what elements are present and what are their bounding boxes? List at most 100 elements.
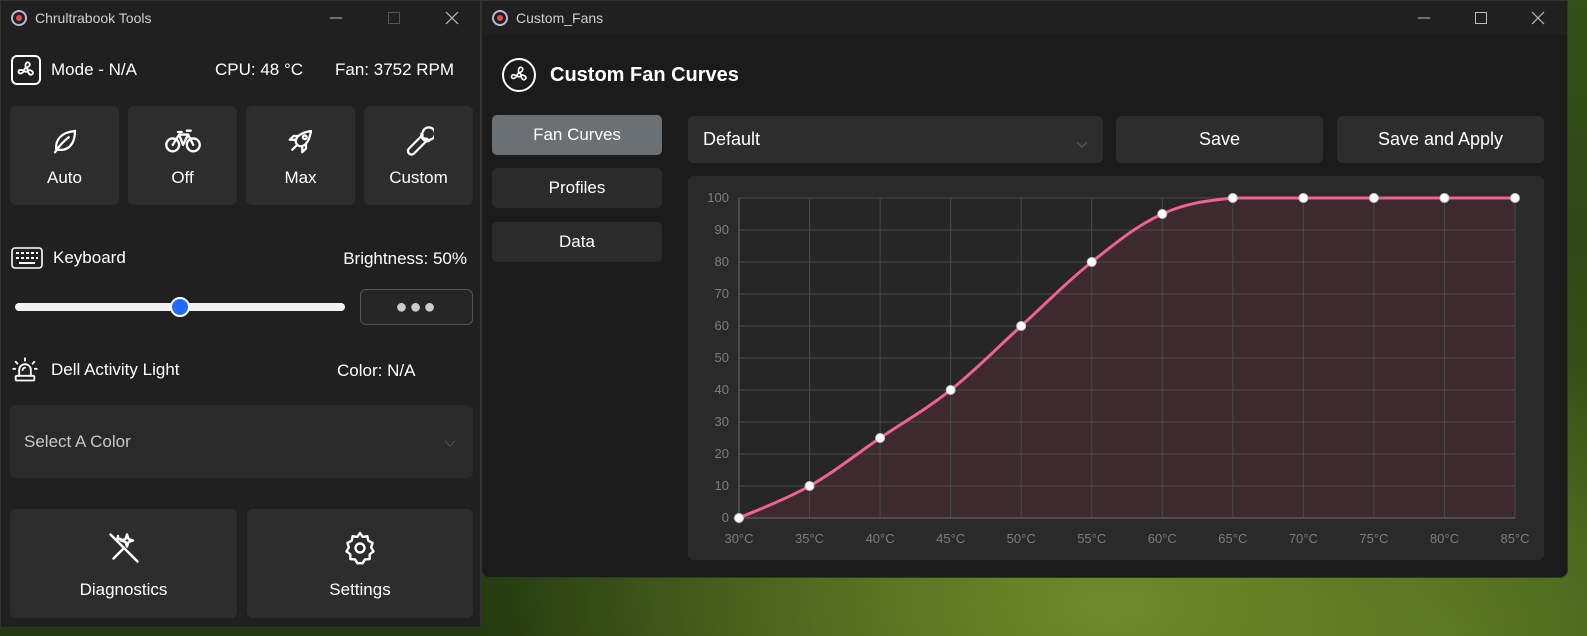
- minimize-button[interactable]: [313, 1, 359, 35]
- save-and-apply-button[interactable]: Save and Apply: [1337, 116, 1544, 163]
- keyboard-icon: [11, 247, 43, 269]
- mode-off-label: Off: [171, 167, 194, 187]
- diagnostics-icon: [106, 528, 142, 568]
- curve-control-point[interactable]: [1510, 193, 1520, 203]
- x-tick-label: 60°C: [1148, 531, 1177, 546]
- fan-icon: [502, 58, 536, 92]
- curve-control-point[interactable]: [1086, 257, 1097, 267]
- curve-control-point[interactable]: [1439, 193, 1450, 203]
- save-button[interactable]: Save: [1116, 116, 1323, 163]
- mode-max-button[interactable]: Max: [246, 106, 355, 205]
- activity-color-text: Color: N/A: [337, 361, 416, 380]
- curve-control-point[interactable]: [1298, 193, 1309, 203]
- nav-profiles[interactable]: Profiles: [492, 168, 662, 208]
- x-tick-label: 30°C: [724, 531, 753, 546]
- x-tick-label: 40°C: [866, 531, 895, 546]
- page-header: Custom Fan Curves: [502, 57, 739, 93]
- fan-curve-chart[interactable]: 0 10 20 30 40 50 60 70 80 90 100 30°C 35°C 40°C 45°C 50…: [688, 176, 1544, 560]
- x-tick-label: 35°C: [795, 531, 824, 546]
- titlebar[interactable]: Custom_Fans: [482, 1, 1567, 35]
- curve-control-point[interactable]: [734, 513, 744, 523]
- maximize-button[interactable]: [1458, 1, 1504, 35]
- close-icon: [445, 11, 459, 25]
- maximize-button[interactable]: [371, 1, 417, 35]
- gear-icon: [342, 528, 378, 568]
- chrultrabook-tools-window: Chrultrabook Tools Mode - N/A CPU: 48 °C…: [0, 0, 481, 628]
- nav-data[interactable]: Data: [492, 222, 662, 262]
- mode-off-button[interactable]: Off: [128, 106, 237, 205]
- settings-label: Settings: [329, 579, 391, 599]
- curve-control-point[interactable]: [804, 481, 815, 491]
- y-tick-label: 90: [715, 222, 729, 237]
- x-tick-label: 65°C: [1218, 531, 1247, 546]
- activity-light-label: Dell Activity Light: [51, 360, 180, 379]
- color-select-dropdown[interactable]: Select A Color: [10, 405, 473, 478]
- close-button[interactable]: [429, 1, 475, 35]
- y-tick-label: 40: [715, 382, 729, 397]
- y-tick-label: 50: [715, 350, 729, 365]
- app-logo-icon: [11, 10, 27, 26]
- keyboard-more-button[interactable]: ●●●: [360, 289, 473, 325]
- curve-control-point[interactable]: [945, 385, 956, 395]
- diagnostics-label: Diagnostics: [79, 579, 168, 599]
- keyboard-row: Keyboard Brightness: 50%: [11, 243, 471, 273]
- y-tick-label: 80: [715, 254, 729, 269]
- diagnostics-button[interactable]: Diagnostics: [10, 509, 237, 618]
- activity-light-row: Dell Activity Light Color: N/A: [11, 355, 471, 385]
- leaf-icon: [50, 124, 80, 158]
- fan-speed-text: Fan: 3752 RPM: [335, 60, 455, 79]
- app-logo-icon: [492, 10, 508, 26]
- window-title: Custom_Fans: [516, 10, 604, 26]
- x-tick-label: 75°C: [1359, 531, 1388, 546]
- settings-button[interactable]: Settings: [247, 509, 473, 618]
- x-tick-label: 70°C: [1289, 531, 1318, 546]
- cpu-temp-text: CPU: 48 °C: [215, 60, 304, 79]
- chart-svg[interactable]: 0 10 20 30 40 50 60 70 80 90 100 30°C 35°C 40°C 45°C 50…: [688, 176, 1544, 560]
- mode-auto-button[interactable]: Auto: [10, 106, 119, 205]
- minimize-button[interactable]: [1401, 1, 1447, 35]
- chevron-down-icon: [1075, 133, 1089, 154]
- x-tick-label: 50°C: [1007, 531, 1036, 546]
- y-tick-label: 30: [715, 414, 729, 429]
- brightness-text: Brightness: 50%: [343, 249, 467, 268]
- siren-icon: [11, 356, 39, 384]
- minimize-icon: [1418, 17, 1430, 19]
- y-tick-label: 0: [722, 510, 729, 525]
- x-tick-label: 45°C: [936, 531, 965, 546]
- titlebar[interactable]: Chrultrabook Tools: [1, 1, 480, 35]
- custom-fans-window: Custom_Fans Custom Fan Curves Fan Curves…: [481, 0, 1568, 578]
- bicycle-icon: [164, 124, 201, 158]
- curve-control-point[interactable]: [1368, 193, 1379, 203]
- slider-thumb[interactable]: [170, 297, 190, 317]
- keyboard-label: Keyboard: [53, 248, 126, 267]
- fan-mode-icon: [11, 55, 41, 85]
- curve-control-point[interactable]: [1016, 321, 1027, 331]
- y-tick-label: 70: [715, 286, 729, 301]
- wrench-icon: [404, 124, 434, 158]
- profile-dropdown[interactable]: Default: [688, 116, 1103, 163]
- curve-control-point[interactable]: [875, 433, 886, 443]
- status-row: Mode - N/A CPU: 48 °C Fan: 3752 RPM: [11, 53, 471, 87]
- mode-max-label: Max: [284, 167, 317, 187]
- brightness-slider[interactable]: [15, 297, 345, 317]
- y-tick-label: 100: [707, 190, 729, 205]
- nav-fan-curves[interactable]: Fan Curves: [492, 115, 662, 155]
- mode-custom-label: Custom: [389, 167, 448, 187]
- minimize-icon: [330, 17, 342, 19]
- curve-control-point[interactable]: [1227, 193, 1238, 203]
- curve-control-point[interactable]: [1157, 209, 1168, 219]
- maximize-icon: [388, 12, 400, 24]
- mode-text: Mode - N/A: [51, 60, 137, 79]
- close-icon: [1531, 11, 1545, 25]
- y-tick-label: 10: [715, 478, 729, 493]
- chevron-down-icon: [443, 433, 457, 453]
- x-tick-label: 80°C: [1430, 531, 1459, 546]
- rocket-icon: [286, 124, 316, 158]
- color-select-placeholder: Select A Color: [24, 431, 131, 451]
- mode-custom-button[interactable]: Custom: [364, 106, 473, 205]
- y-tick-label: 60: [715, 318, 729, 333]
- x-tick-label: 55°C: [1077, 531, 1106, 546]
- window-title: Chrultrabook Tools: [35, 10, 152, 26]
- page-title: Custom Fan Curves: [550, 63, 739, 86]
- close-button[interactable]: [1515, 1, 1561, 35]
